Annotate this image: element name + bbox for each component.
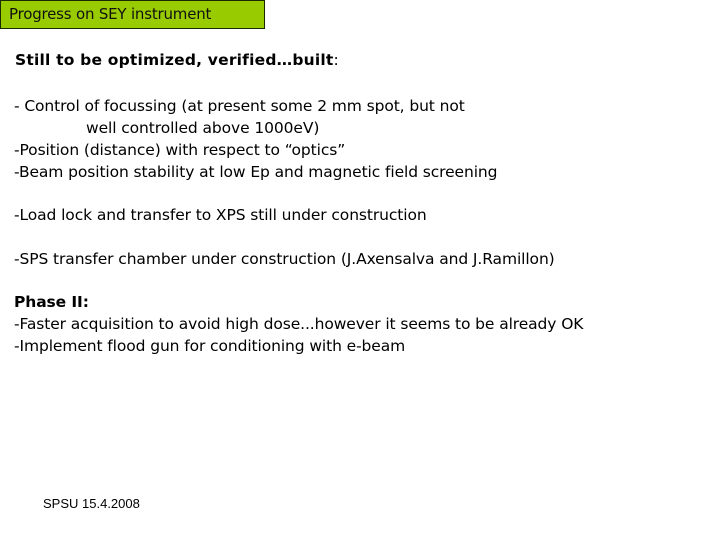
slide-footer: SPSU 15.4.2008: [43, 496, 140, 511]
bullet-load-lock: -Load lock and transfer to XPS still und…: [14, 206, 427, 224]
section-heading-colon: :: [333, 51, 339, 69]
phase2-heading: Phase II:: [14, 293, 89, 311]
section-heading: Still to be optimized, verified…built:: [15, 51, 339, 69]
bullet-focussing: - Control of focussing (at present some …: [14, 97, 465, 115]
section-heading-text: Still to be optimized, verified…built: [15, 51, 334, 69]
phase2-bullet-acquisition: -Faster acquisition to avoid high dose..…: [14, 315, 584, 333]
bullet-beam-stability: -Beam position stability at low Ep and m…: [14, 163, 498, 181]
bullet-focussing-continued: well controlled above 1000eV): [86, 119, 320, 137]
bullet-sps-transfer: -SPS transfer chamber under construction…: [14, 250, 555, 268]
slide-title: Progress on SEY instrument: [0, 0, 265, 29]
bullet-position: -Position (distance) with respect to “op…: [14, 141, 346, 159]
phase2-bullet-flood-gun: -Implement flood gun for conditioning wi…: [14, 337, 406, 355]
